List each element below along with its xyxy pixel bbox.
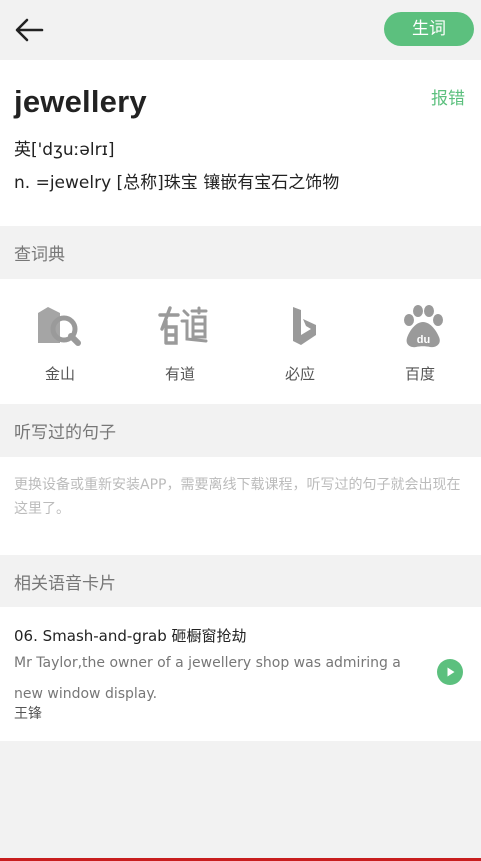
dict-item-baidu[interactable]: du 百度: [360, 279, 480, 404]
dictated-empty-panel: 更换设备或重新安装APP，需要离线下载课程，听写过的句子就会出现在这里了。: [0, 457, 481, 555]
section-title: 听写过的句子: [14, 423, 116, 443]
vocab-button[interactable]: 生词: [384, 12, 474, 46]
dict-item-bing[interactable]: 必应: [240, 279, 360, 404]
jinshan-icon: [38, 307, 81, 346]
word-card: jewellery 报错 英['dʒuːəlrɪ] n. =jewelry [总…: [0, 60, 481, 226]
section-title: 查词典: [14, 245, 65, 265]
card-author: 王锋: [14, 706, 42, 722]
phonetic: 英['dʒuːəlrɪ]: [14, 140, 115, 160]
card-title: 06. Smash-and-grab 砸橱窗抢劫: [14, 627, 247, 645]
arrow-left-icon: [15, 18, 44, 42]
dict-item-youdao[interactable]: 有道: [120, 279, 240, 404]
dict-label: 百度: [404, 365, 435, 383]
headword: jewellery: [14, 84, 147, 119]
section-title: 相关语音卡片: [14, 574, 116, 594]
report-error-link[interactable]: 报错: [431, 84, 465, 109]
empty-message: 更换设备或重新安装APP，需要离线下载课程，听写过的句子就会出现在这里了。: [14, 477, 461, 517]
youdao-icon: [158, 306, 208, 345]
definition: n. =jewelry [总称]珠宝 镶嵌有宝石之饰物: [14, 173, 340, 193]
baidu-icon: du: [404, 305, 443, 348]
voice-card[interactable]: 06. Smash-and-grab 砸橱窗抢劫 Mr Taylor,the o…: [0, 607, 481, 741]
dict-label: 金山: [44, 365, 75, 383]
card-text: Mr Taylor,the owner of a jewellery shop …: [14, 655, 401, 702]
dict-label: 有道: [164, 365, 195, 383]
back-button[interactable]: [14, 16, 46, 44]
dict-item-jinshan[interactable]: 金山: [0, 279, 120, 404]
play-button[interactable]: [437, 659, 463, 685]
dictionary-section-header: 查词典: [0, 226, 481, 278]
dictated-section-header: 听写过的句子: [0, 404, 481, 456]
cards-section-header: 相关语音卡片: [0, 555, 481, 607]
dict-label: 必应: [284, 365, 315, 383]
bing-icon: [293, 307, 316, 345]
play-icon: [447, 667, 455, 677]
svg-text:du: du: [417, 334, 430, 346]
dictionary-panel: 金山 有道 必应 du 百度: [0, 279, 481, 404]
top-bar: 生词: [0, 0, 481, 60]
